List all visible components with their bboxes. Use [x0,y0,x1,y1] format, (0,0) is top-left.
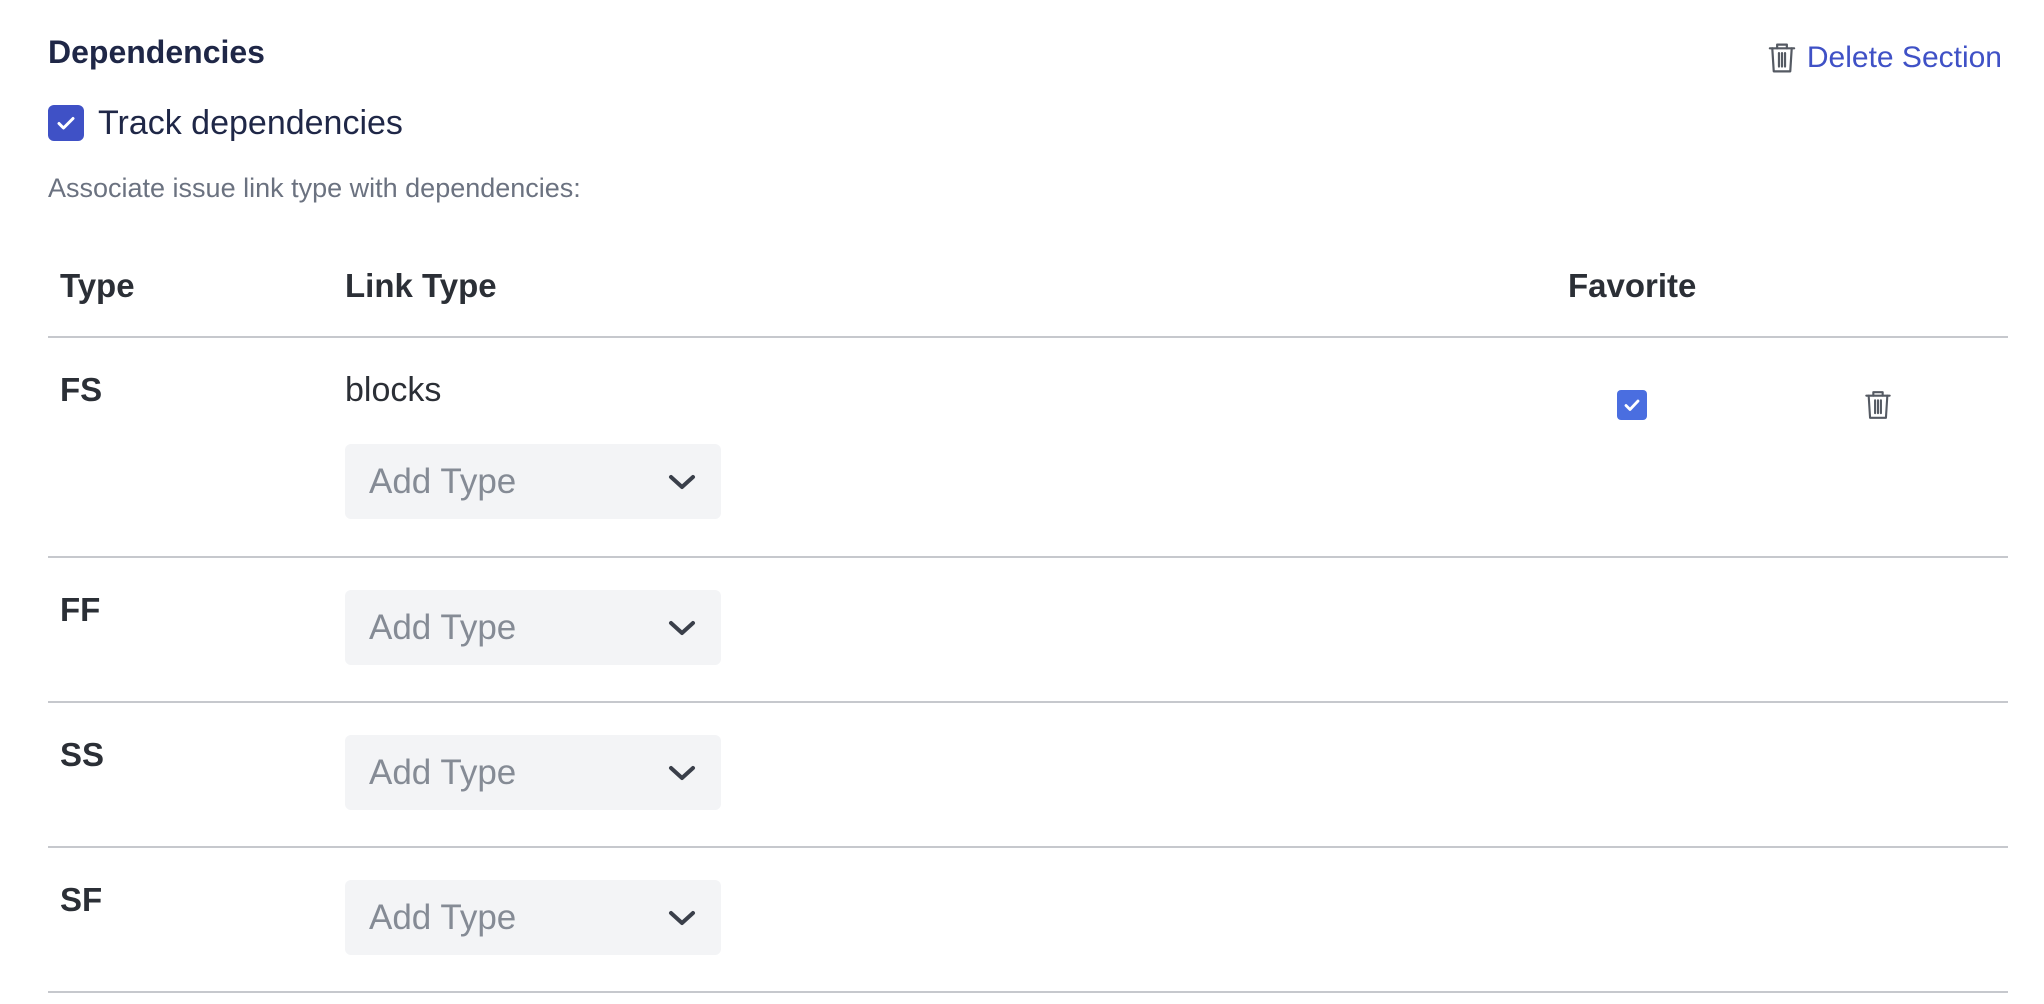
add-type-placeholder: Add Type [369,752,517,792]
trash-icon [1768,43,1796,73]
link-type-value: blocks [345,371,442,409]
table-row: SF Add Type [48,848,2008,993]
track-dependencies-checkbox[interactable] [48,105,84,141]
checkmark-icon [57,117,75,130]
chevron-down-icon [669,910,695,925]
add-type-placeholder: Add Type [369,607,517,647]
header-favorite: Favorite [1568,267,1697,304]
add-type-select[interactable]: Add Type [345,880,721,955]
track-dependencies-label: Track dependencies [98,104,403,142]
row-type-label: SF [60,881,103,918]
add-type-select[interactable]: Add Type [345,735,721,810]
dependency-table: Type Link Type Favorite FS blocks Add Ty… [48,250,2008,993]
helper-text: Associate issue link type with dependenc… [48,173,581,203]
delete-section-label: Delete Section [1806,41,2002,74]
delete-row-button[interactable] [1864,388,1892,422]
section-title: Dependencies [48,34,265,70]
chevron-down-icon [669,765,695,780]
header-type: Type [60,267,135,304]
row-type-label: FF [60,591,101,628]
favorite-checkbox[interactable] [1617,390,1647,420]
table-header: Type Link Type Favorite [48,250,2008,338]
chevron-down-icon [669,620,695,635]
header-link-type: Link Type [345,267,497,304]
add-type-select[interactable]: Add Type [345,444,721,519]
row-type-label: SS [60,736,105,773]
table-row: SS Add Type [48,703,2008,848]
track-dependencies-toggle[interactable]: Track dependencies [48,103,403,143]
delete-section-button[interactable]: Delete Section [1767,38,2002,78]
row-type-label: FS [60,371,103,408]
chevron-down-icon [669,474,695,489]
table-row: FS blocks Add Type [48,338,2008,558]
add-type-placeholder: Add Type [369,461,517,501]
add-type-select[interactable]: Add Type [345,590,721,665]
table-row: FF Add Type [48,558,2008,703]
trash-icon [1865,391,1891,419]
checkmark-icon [1624,399,1640,411]
add-type-placeholder: Add Type [369,897,517,937]
